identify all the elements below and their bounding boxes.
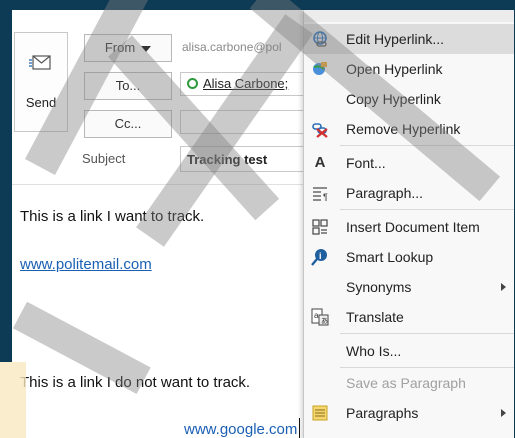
svg-text:¶: ¶	[323, 192, 328, 202]
menu-top-strip	[304, 10, 514, 22]
globe-open-icon	[313, 62, 327, 75]
message-body-lower: This is a link I do not want to track. w…	[0, 362, 303, 438]
menu-item-synonyms[interactable]: Synonyms	[304, 272, 514, 302]
menu-item-label: Save as Paragraph	[346, 375, 466, 391]
context-menu: Edit Hyperlink... Open Hyperlink Copy Hy…	[303, 10, 514, 438]
menu-item-paragraph[interactable]: ¶ Paragraph...	[304, 178, 514, 208]
from-button[interactable]: From	[84, 34, 172, 62]
menu-item-paragraphs[interactable]: Paragraphs	[304, 398, 514, 428]
paragraph-icon: ¶	[313, 187, 328, 202]
menu-item-label: Smart Lookup	[346, 249, 434, 265]
window-frame-top	[0, 0, 515, 10]
document-item-icon	[312, 219, 328, 235]
menu-item-label: Edit Hyperlink...	[346, 31, 445, 47]
window-frame-left	[0, 10, 12, 362]
menu-item-insert-document-item[interactable]: Insert Document Item	[304, 212, 514, 242]
body-text-line: This is a link I do not want to track.	[20, 374, 251, 391]
text-cursor	[299, 418, 300, 438]
to-recipient[interactable]: Alisa Carbone;	[203, 76, 288, 91]
smart-lookup-icon: i	[311, 249, 327, 266]
paragraphs-icon	[312, 405, 328, 421]
menu-item-copy-hyperlink[interactable]: Copy Hyperlink	[304, 84, 514, 114]
menu-item-label: Paragraph...	[346, 185, 424, 201]
submenu-arrow-icon	[501, 409, 506, 417]
send-icon	[29, 55, 51, 70]
compose-area: Send From alisa.carbone@pol To... Alisa …	[12, 10, 314, 362]
subject-value: Tracking test	[187, 152, 268, 167]
menu-item-label: Who Is...	[346, 343, 402, 359]
send-label: Send	[25, 95, 57, 110]
menu-item-font[interactable]: A Font...	[304, 148, 514, 178]
svg-text:a: a	[314, 311, 319, 320]
chevron-down-icon	[141, 45, 152, 52]
menu-item-label: Open Hyperlink	[346, 61, 443, 77]
body-hyperlink[interactable]: www.politemail.com	[20, 256, 152, 273]
svg-text:あ: あ	[321, 317, 328, 325]
translate-icon: a あ	[311, 308, 329, 326]
cc-field[interactable]	[180, 110, 314, 134]
submenu-arrow-icon	[501, 283, 506, 291]
body-text-line: This is a link I want to track.	[20, 208, 205, 225]
menu-item-label: Font...	[346, 155, 386, 171]
font-icon: A	[314, 154, 326, 171]
menu-item-who-is[interactable]: Who Is...	[304, 336, 514, 366]
from-label: From	[104, 40, 136, 55]
menu-item-label: Insert Document Item	[346, 219, 480, 235]
menu-item-open-hyperlink[interactable]: Open Hyperlink	[304, 54, 514, 84]
svg-text:i: i	[319, 251, 322, 261]
menu-item-label: Copy Hyperlink	[346, 91, 441, 107]
header-divider	[12, 184, 312, 185]
menu-item-label: Synonyms	[346, 279, 412, 295]
menu-item-label: Remove Hyperlink	[346, 121, 461, 137]
subject-label: Subject	[82, 151, 126, 166]
decorative-highlight	[0, 362, 26, 438]
menu-separator	[340, 145, 514, 146]
menu-item-save-as-paragraph: Save as Paragraph	[304, 368, 514, 398]
menu-item-edit-hyperlink[interactable]: Edit Hyperlink...	[304, 24, 514, 54]
menu-item-remove-hyperlink[interactable]: Remove Hyperlink	[304, 114, 514, 144]
menu-item-label: Translate	[346, 309, 404, 325]
link-remove-icon	[312, 123, 328, 138]
menu-separator	[340, 209, 514, 210]
menu-item-label: Paragraphs	[346, 405, 419, 421]
body-hyperlink[interactable]: www.google.com	[184, 421, 297, 438]
link-edit-icon	[313, 31, 327, 47]
recipient-status-icon	[187, 78, 198, 89]
from-address: alisa.carbone@pol	[182, 40, 282, 54]
to-button[interactable]: To...	[84, 72, 172, 100]
to-field[interactable]: Alisa Carbone;	[180, 72, 314, 96]
menu-item-smart-lookup[interactable]: i Smart Lookup	[304, 242, 514, 272]
send-button[interactable]: Send	[14, 32, 68, 132]
menu-separator	[340, 333, 514, 334]
cc-button[interactable]: Cc...	[84, 110, 172, 138]
subject-field[interactable]: Tracking test	[180, 146, 314, 172]
menu-item-translate[interactable]: a あ Translate	[304, 302, 514, 332]
